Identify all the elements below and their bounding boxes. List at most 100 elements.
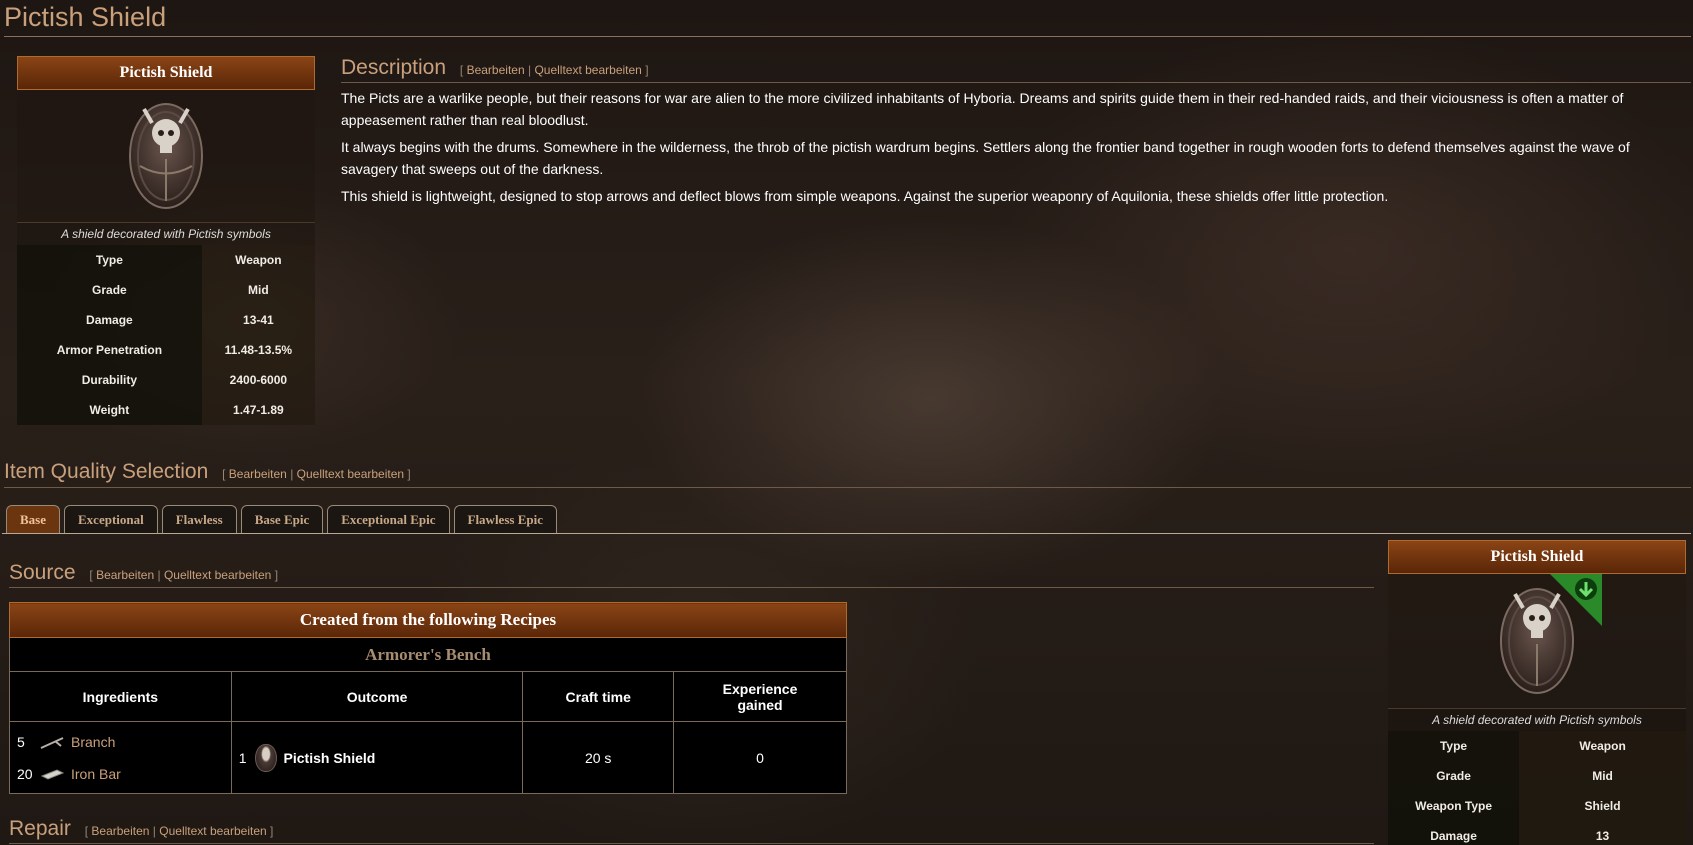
outcome-item[interactable]: 1 Pictish Shield bbox=[232, 743, 523, 772]
heading-text: Repair bbox=[9, 817, 71, 840]
tab-base-epic[interactable]: Base Epic bbox=[240, 505, 324, 533]
stat-row: Damage 13 bbox=[1388, 821, 1686, 845]
outcome-cell: 1 Pictish Shield bbox=[230, 721, 524, 794]
item-infobox: Pictish Shield A shield decorated with P… bbox=[17, 56, 315, 425]
edit-source-link[interactable]: Quelltext bearbeiten bbox=[159, 824, 266, 838]
stat-value: 13 bbox=[1519, 821, 1686, 845]
crafting-station-link[interactable]: Armorer's Bench bbox=[9, 637, 847, 672]
edit-source-link[interactable]: Quelltext bearbeiten bbox=[164, 568, 271, 582]
tab-flawless-epic[interactable]: Flawless Epic bbox=[453, 505, 557, 533]
stat-value: Mid bbox=[1519, 761, 1686, 791]
quality-infobox: Pictish Shield A shield decorated with P… bbox=[1388, 540, 1686, 845]
edit-section-links: [ Bearbeiten | Quelltext bearbeiten ] bbox=[89, 568, 279, 582]
ingredient-name: Branch bbox=[71, 733, 116, 750]
edit-link[interactable]: Bearbeiten bbox=[467, 63, 525, 77]
description-paragraph: This shield is lightweight, designed to … bbox=[341, 188, 1389, 204]
pictish-shield-icon bbox=[129, 103, 203, 209]
quality-divider bbox=[4, 487, 1691, 488]
stat-key: Damage bbox=[1388, 821, 1520, 845]
edit-source-link[interactable]: Quelltext bearbeiten bbox=[297, 467, 404, 481]
heading-text: Item Quality Selection bbox=[4, 460, 209, 483]
edit-source-link[interactable]: Quelltext bearbeiten bbox=[534, 63, 641, 77]
ingredient-item[interactable]: 5 Branch bbox=[10, 726, 231, 758]
stat-value: Weapon bbox=[1519, 731, 1686, 761]
ingredient-item[interactable]: 20 Iron Bar bbox=[10, 758, 231, 790]
repair-heading: Repair [ Bearbeiten | Quelltext bearbeit… bbox=[9, 817, 273, 841]
column-header: Craft time bbox=[522, 671, 675, 722]
iron-bar-icon bbox=[40, 768, 65, 780]
edit-section-links: [ Bearbeiten | Quelltext bearbeiten ] bbox=[84, 824, 274, 838]
column-header: Outcome bbox=[230, 671, 524, 722]
description-divider bbox=[341, 82, 1691, 83]
infobox-stats: Type Weapon Grade Mid Weapon Type Shield Da… bbox=[1388, 731, 1686, 845]
tab-flawless[interactable]: Flawless bbox=[161, 505, 237, 533]
stat-row: Durability 2400-6000 bbox=[17, 365, 315, 395]
infobox-title: Pictish Shield bbox=[1388, 540, 1686, 574]
quality-tabs: Base Exceptional Flawless Base Epic Exce… bbox=[6, 505, 557, 533]
stat-key: Weapon Type bbox=[1388, 791, 1520, 821]
column-header: Ingredients bbox=[9, 671, 232, 722]
stat-key: Weight bbox=[17, 395, 202, 425]
page-title: Pictish Shield bbox=[4, 2, 167, 32]
tabs-divider bbox=[2, 533, 1691, 534]
ingredient-qty: 5 bbox=[17, 733, 25, 750]
craft-time: 20 s bbox=[522, 721, 675, 794]
edit-link[interactable]: Bearbeiten bbox=[229, 467, 287, 481]
stat-value: Mid bbox=[201, 275, 315, 305]
source-heading: Source [ Bearbeiten | Quelltext bearbeit… bbox=[9, 561, 278, 585]
recipe-row: 5 Branch 20 Iron Bar 1 Pictish Shield 20… bbox=[9, 721, 847, 794]
repair-divider bbox=[9, 843, 1374, 844]
stat-key: Durability bbox=[17, 365, 202, 395]
stat-row: Weight 1.47-1.89 bbox=[17, 395, 315, 425]
edit-link[interactable]: Bearbeiten bbox=[91, 824, 149, 838]
stat-row: Damage 13-41 bbox=[17, 305, 315, 335]
stat-key: Grade bbox=[17, 275, 202, 305]
stat-value: 11.48-13.5% bbox=[201, 335, 315, 365]
stat-value: 1.47-1.89 bbox=[201, 395, 315, 425]
infobox-title: Pictish Shield bbox=[17, 56, 315, 90]
edit-section-links: [ Bearbeiten | Quelltext bearbeiten ] bbox=[222, 467, 411, 481]
stat-key: Armor Penetration bbox=[17, 335, 202, 365]
description-text: The Picts are a warlike people, but thei… bbox=[341, 88, 1671, 214]
stat-value: 13-41 bbox=[201, 305, 315, 335]
stat-row: Type Weapon bbox=[1388, 731, 1686, 761]
experience-gained: 0 bbox=[673, 721, 847, 794]
stat-key: Type bbox=[1388, 731, 1520, 761]
stat-value: 2400-6000 bbox=[201, 365, 315, 395]
download-arrow-icon bbox=[1550, 574, 1602, 626]
quality-heading: Item Quality Selection [ Bearbeiten | Qu… bbox=[4, 460, 411, 484]
stat-row: Grade Mid bbox=[17, 275, 315, 305]
ingredient-qty: 20 bbox=[17, 765, 33, 782]
tab-exceptional-epic[interactable]: Exceptional Epic bbox=[327, 505, 450, 533]
recipe-table-title: Created from the following Recipes bbox=[9, 602, 847, 638]
heading-text: Description bbox=[341, 56, 447, 79]
description-heading: Description [ Bearbeiten | Quelltext bea… bbox=[341, 56, 649, 80]
source-divider bbox=[9, 587, 1374, 588]
stat-key: Grade bbox=[1388, 761, 1520, 791]
stat-key: Type bbox=[17, 245, 202, 275]
infobox-caption: A shield decorated with Pictish symbols bbox=[1388, 708, 1686, 731]
edit-section-links: [ Bearbeiten | Quelltext bearbeiten ] bbox=[459, 63, 649, 77]
description-paragraph: The Picts are a warlike people, but thei… bbox=[341, 90, 1624, 128]
infobox-caption: A shield decorated with Pictish symbols bbox=[17, 222, 315, 245]
edit-link[interactable]: Bearbeiten bbox=[96, 568, 154, 582]
stat-row: Grade Mid bbox=[1388, 761, 1686, 791]
stat-row: Type Weapon bbox=[17, 245, 315, 275]
title-divider bbox=[4, 36, 1691, 37]
column-header: Experience gained bbox=[673, 671, 847, 722]
ingredients-cell: 5 Branch 20 Iron Bar bbox=[9, 721, 232, 794]
heading-text: Source bbox=[9, 561, 76, 584]
stat-row: Weapon Type Shield bbox=[1388, 791, 1686, 821]
tab-exceptional[interactable]: Exceptional bbox=[64, 505, 158, 533]
outcome-qty: 1 bbox=[238, 749, 247, 766]
outcome-name: Pictish Shield bbox=[283, 749, 376, 766]
infobox-stats: Type Weapon Grade Mid Damage 13-41 Armor Pe… bbox=[17, 245, 315, 425]
recipe-table: Created from the following Recipes Armor… bbox=[9, 602, 847, 794]
pictish-shield-icon bbox=[254, 743, 277, 772]
stat-key: Damage bbox=[17, 305, 202, 335]
ingredient-name: Iron Bar bbox=[71, 765, 121, 782]
item-image[interactable] bbox=[17, 90, 315, 222]
item-image[interactable] bbox=[1388, 574, 1686, 708]
tab-base[interactable]: Base bbox=[6, 505, 60, 533]
stat-value: Weapon bbox=[201, 245, 315, 275]
